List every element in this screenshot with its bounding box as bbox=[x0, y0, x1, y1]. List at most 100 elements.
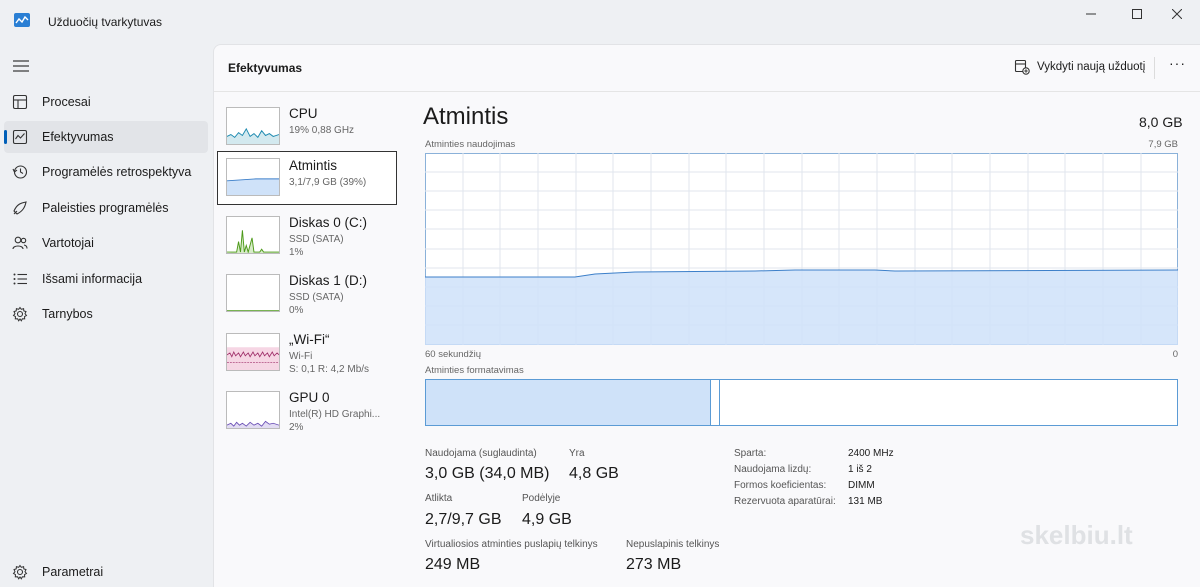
perf-item-subtitle-2: 2% bbox=[289, 422, 304, 433]
window-title: Užduočių tvarkytuvas bbox=[48, 15, 163, 29]
sidebar-item-label: Tarnybos bbox=[42, 307, 93, 321]
chart-time-right: 0 bbox=[1172, 349, 1178, 360]
memory-thumbnail-graph bbox=[226, 158, 280, 196]
toolbar-divider bbox=[1154, 57, 1155, 79]
chart-time-left: 60 sekundžių bbox=[425, 349, 481, 360]
minimize-icon bbox=[1086, 13, 1096, 15]
memory-usage-chart bbox=[425, 153, 1178, 345]
cached-value: 4,9 GB bbox=[522, 511, 572, 528]
run-new-task-label: Vykdyti naują užduotį bbox=[1037, 61, 1146, 73]
nonpaged-pool-label: Nepuslapinis telkinys bbox=[626, 539, 720, 550]
committed-value: 2,7/9,7 GB bbox=[425, 511, 502, 528]
perf-item-subtitle: 19% 0,88 GHz bbox=[289, 125, 355, 136]
usage-chart-max: 7,9 GB bbox=[1148, 139, 1178, 150]
hamburger-menu-icon[interactable] bbox=[12, 58, 30, 74]
spec-value-slots: 1 iš 2 bbox=[848, 464, 872, 475]
perf-item-name: Diskas 1 (D:) bbox=[289, 273, 368, 288]
app-history-icon bbox=[12, 165, 28, 179]
watermark: skelbiu.lt bbox=[1020, 520, 1133, 550]
perf-item-memory[interactable]: Atmintis 3,1/7,9 GB (39%) bbox=[217, 151, 397, 205]
perf-item-disk-1[interactable]: Diskas 1 (D:) SSD (SATA) 0% bbox=[217, 271, 397, 325]
more-options-button[interactable]: ··· bbox=[1169, 55, 1186, 71]
services-icon bbox=[12, 306, 28, 322]
perf-item-name: Diskas 0 (C:) bbox=[289, 215, 368, 230]
sidebar-item-app-history[interactable]: Programėlės retrospektyva bbox=[4, 156, 208, 188]
sidebar-item-details[interactable]: Išsami informacija bbox=[4, 263, 208, 295]
perf-item-subtitle: SSD (SATA) bbox=[289, 234, 344, 245]
spec-key-speed: Sparta: bbox=[734, 448, 767, 459]
run-new-task-button[interactable]: Vykdyti naują užduotį bbox=[1014, 59, 1145, 75]
spec-value-reserved: 131 MB bbox=[848, 496, 883, 507]
sidebar-item-label: Programėlės retrospektyva bbox=[42, 165, 192, 179]
committed-label: Atlikta bbox=[425, 493, 453, 504]
sidebar-item-startup-apps[interactable]: Paleisties programėlės bbox=[4, 192, 208, 224]
perf-item-subtitle-2: 1% bbox=[289, 247, 304, 258]
perf-item-name: GPU 0 bbox=[289, 390, 330, 405]
perf-item-gpu[interactable]: GPU 0 Intel(R) HD Graphi... 2% bbox=[217, 388, 397, 442]
minimize-button[interactable] bbox=[1068, 0, 1114, 28]
close-icon bbox=[1172, 9, 1182, 19]
sidebar-item-processes[interactable]: Procesai bbox=[4, 86, 208, 118]
sidebar-item-label: Efektyvumas bbox=[42, 130, 114, 144]
header-divider bbox=[214, 91, 1200, 92]
perf-item-subtitle: SSD (SATA) bbox=[289, 292, 344, 303]
paged-pool-label: Virtualiosios atminties puslapių telkiny… bbox=[425, 539, 598, 550]
perf-item-subtitle: Intel(R) HD Graphi... bbox=[289, 409, 381, 420]
cpu-thumbnail-graph bbox=[226, 107, 280, 145]
startup-apps-icon bbox=[13, 201, 27, 215]
disk-1-thumbnail-graph bbox=[226, 274, 280, 312]
in-use-value: 3,0 GB (34,0 MB) bbox=[425, 465, 550, 482]
memory-usage-area bbox=[425, 270, 1178, 345]
composition-in-use bbox=[426, 380, 711, 425]
gear-icon bbox=[12, 564, 28, 580]
perf-item-name: Atmintis bbox=[289, 158, 338, 173]
memory-total: 8,0 GB bbox=[1139, 114, 1183, 130]
perf-item-subtitle-2: 0% bbox=[289, 305, 304, 316]
perf-item-name: CPU bbox=[289, 106, 318, 121]
perf-item-subtitle: 3,1/7,9 GB (39%) bbox=[289, 177, 367, 188]
wifi-thumbnail-graph bbox=[226, 333, 280, 371]
main-panel: Efektyvumas Vykdyti naują užduotį ··· CP… bbox=[213, 44, 1200, 587]
perf-item-wifi[interactable]: „Wi-Fi“ Wi-Fi S: 0,1 R: 4,2 Mb/s bbox=[217, 330, 397, 384]
perf-item-subtitle-2: S: 0,1 R: 4,2 Mb/s bbox=[289, 364, 370, 375]
available-label: Yra bbox=[569, 448, 585, 459]
perf-item-name: „Wi-Fi“ bbox=[289, 332, 330, 347]
sidebar-item-label: Procesai bbox=[42, 95, 91, 109]
sidebar: Procesai Efektyvumas Programėlės retrosp… bbox=[0, 44, 213, 587]
performance-icon bbox=[12, 129, 28, 145]
close-button[interactable] bbox=[1154, 0, 1200, 28]
sidebar-item-label: Vartotojai bbox=[42, 236, 94, 250]
sidebar-item-label: Išsami informacija bbox=[42, 272, 143, 286]
in-use-label: Naudojama (suglaudinta) bbox=[425, 448, 537, 459]
detail-title: Atmintis bbox=[423, 103, 509, 130]
gpu-thumbnail-graph bbox=[226, 391, 280, 429]
details-icon bbox=[13, 273, 27, 285]
sidebar-item-services[interactable]: Tarnybos bbox=[4, 298, 208, 330]
sidebar-item-performance[interactable]: Efektyvumas bbox=[4, 121, 208, 153]
sidebar-item-label: Paleisties programėlės bbox=[42, 201, 169, 215]
page-title: Efektyvumas bbox=[228, 61, 303, 75]
spec-key-slots: Naudojama lizdų: bbox=[734, 464, 812, 475]
composition-modified bbox=[712, 380, 720, 425]
maximize-icon bbox=[1132, 9, 1142, 19]
available-value: 4,8 GB bbox=[569, 465, 619, 482]
disk-0-thumbnail-graph bbox=[226, 216, 280, 254]
new-task-icon bbox=[1014, 59, 1030, 75]
composition-label: Atminties formatavimas bbox=[425, 365, 524, 376]
perf-item-cpu[interactable]: CPU 19% 0,88 GHz bbox=[217, 104, 397, 158]
perf-item-subtitle: Wi-Fi bbox=[289, 351, 313, 362]
perf-item-disk-0[interactable]: Diskas 0 (C:) SSD (SATA) 1% bbox=[217, 213, 397, 267]
sidebar-item-label: Parametrai bbox=[42, 565, 104, 579]
title-bar: Užduočių tvarkytuvas bbox=[0, 0, 1200, 44]
usage-chart-label: Atminties naudojimas bbox=[425, 139, 516, 150]
sidebar-item-settings[interactable]: Parametrai bbox=[4, 556, 208, 587]
spec-key-reserved: Rezervuota aparatūrai: bbox=[734, 496, 836, 507]
cached-label: Podėlyje bbox=[522, 493, 561, 504]
task-manager-logo-icon bbox=[14, 13, 30, 27]
paged-pool-value: 249 MB bbox=[425, 556, 481, 573]
nonpaged-pool-value: 273 MB bbox=[626, 556, 682, 573]
spec-key-form-factor: Formos koeficientas: bbox=[734, 480, 827, 491]
sidebar-item-users[interactable]: Vartotojai bbox=[4, 227, 208, 259]
memory-composition-bar bbox=[425, 379, 1178, 426]
processes-icon bbox=[12, 94, 28, 110]
